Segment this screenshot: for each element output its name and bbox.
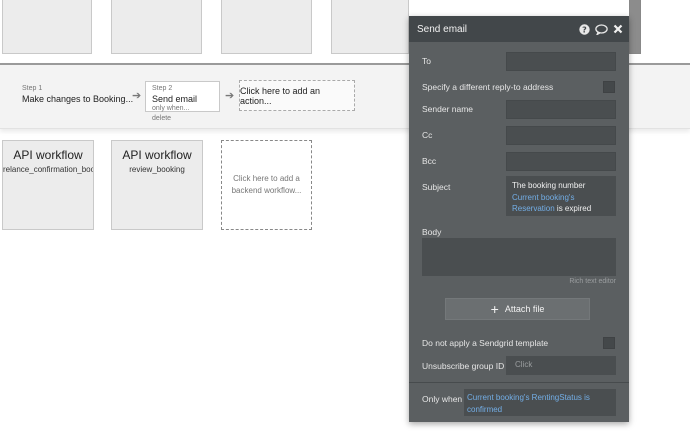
cc-label: Cc xyxy=(422,130,433,140)
to-label: To xyxy=(422,56,431,66)
reply-to-checkbox[interactable] xyxy=(603,81,615,93)
body-field[interactable] xyxy=(422,238,616,276)
subject-label: Subject xyxy=(422,182,451,192)
only-when-field[interactable]: Current booking's RentingStatus is confi… xyxy=(464,389,616,416)
api-workflow-card[interactable]: API workflow relance_confirmation_bookin… xyxy=(2,140,94,230)
api-workflow-name: review_booking xyxy=(129,165,185,174)
delete-link[interactable]: delete xyxy=(152,115,171,122)
sender-name-label: Sender name xyxy=(422,104,474,114)
panel-header: Send email ? xyxy=(409,16,629,42)
subject-field[interactable]: The booking number Current booking's Res… xyxy=(506,176,616,216)
element-card[interactable] xyxy=(221,0,312,54)
reply-to-label: Specify a different reply-to address xyxy=(422,82,554,92)
sendgrid-label: Do not apply a Sendgrid template xyxy=(422,338,549,348)
attach-file-button[interactable]: + Attach file xyxy=(445,298,590,320)
element-card[interactable] xyxy=(331,0,409,54)
add-action-button[interactable]: Click here to add an action... xyxy=(239,80,355,111)
workflow-step-1[interactable]: Step 1 Make changes to Booking... xyxy=(22,84,133,104)
sendgrid-checkbox[interactable] xyxy=(603,337,615,349)
help-icon[interactable]: ? xyxy=(579,23,590,35)
bcc-label: Bcc xyxy=(422,156,437,166)
subject-text: The booking number xyxy=(512,181,586,190)
rich-text-editor-link[interactable]: Rich text editor xyxy=(569,278,616,285)
step-title: Make changes to Booking... xyxy=(22,94,134,104)
add-backend-workflow-button[interactable]: Click here to add a backend workflow... xyxy=(221,140,312,230)
api-workflow-name: relance_confirmation_booking xyxy=(3,165,94,174)
send-email-panel: Send email ? To Specify a different repl… xyxy=(409,16,629,422)
unsubscribe-label: Unsubscribe group ID xyxy=(422,361,505,371)
close-icon[interactable] xyxy=(613,24,623,34)
body-label: Body xyxy=(422,227,442,237)
workflow-step-2[interactable]: Step 2 Send email only when... delete xyxy=(145,81,220,122)
panel-title: Send email xyxy=(417,23,468,35)
to-field[interactable] xyxy=(506,52,616,71)
divider xyxy=(409,382,629,383)
svg-text:?: ? xyxy=(582,25,587,34)
bcc-field[interactable] xyxy=(506,152,616,171)
step-number: Step 1 xyxy=(22,85,43,92)
unsubscribe-field[interactable]: Click xyxy=(506,356,616,375)
plus-icon: + xyxy=(490,301,499,317)
only-when-link[interactable]: only when... xyxy=(152,105,189,112)
step-number: Step 2 xyxy=(152,85,173,92)
element-card[interactable] xyxy=(111,0,202,54)
step-title: Send email xyxy=(152,94,198,104)
arrow-right-icon: ➔ xyxy=(225,90,235,102)
comment-icon[interactable] xyxy=(595,23,608,35)
only-when-label: Only when xyxy=(422,394,463,404)
element-card[interactable] xyxy=(629,0,641,54)
element-card[interactable] xyxy=(2,0,92,54)
sender-name-field[interactable] xyxy=(506,100,616,119)
api-workflow-card[interactable]: API workflow review_booking xyxy=(111,140,203,230)
subject-text: is expired xyxy=(556,204,592,213)
arrow-right-icon: ➔ xyxy=(132,90,142,102)
attach-file-label: Attach file xyxy=(504,304,545,314)
api-workflow-title: API workflow xyxy=(122,148,192,162)
api-workflow-title: API workflow xyxy=(13,148,83,162)
cc-field[interactable] xyxy=(506,126,616,145)
